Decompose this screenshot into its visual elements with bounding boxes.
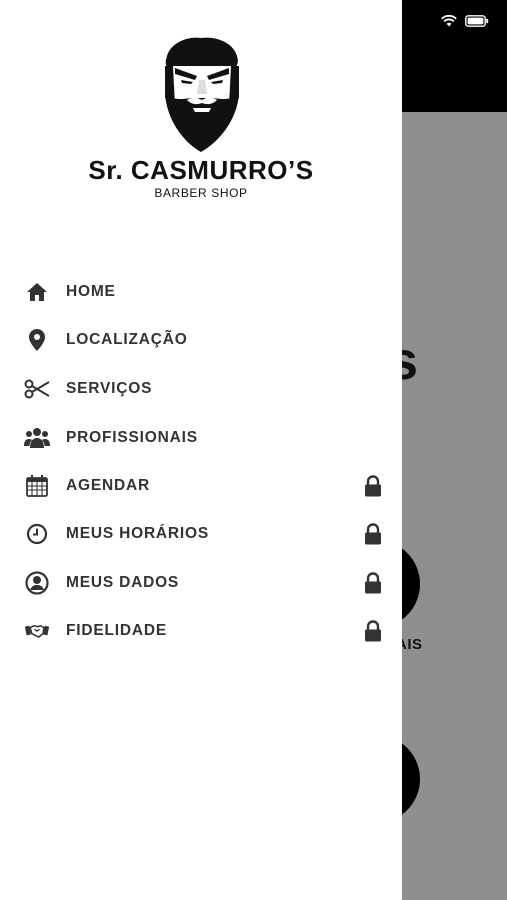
users-icon: [24, 425, 50, 451]
battery-icon: [465, 14, 489, 32]
user-circle-icon: [24, 570, 50, 596]
lock-icon: [362, 619, 384, 643]
background-screen: s AIS: [402, 0, 507, 900]
menu-item-servicos[interactable]: SERVIÇOS: [0, 365, 402, 413]
background-avatar-circle: [402, 735, 420, 823]
navigation-drawer: Sr. CASMURRO’S BARBER SHOP HOME LOCALIZA…: [0, 0, 402, 900]
menu-item-meus-horarios[interactable]: MEUS HORÁRIOS: [0, 510, 402, 558]
handshake-icon: [24, 618, 50, 644]
menu-item-label: SERVIÇOS: [66, 380, 153, 397]
brand-logo: [0, 36, 402, 159]
brand-title: Sr. CASMURRO’S: [88, 155, 314, 185]
map-pin-icon: [24, 327, 50, 353]
home-icon: [24, 279, 50, 305]
lock-icon: [362, 522, 384, 546]
brand-subtitle: BARBER SHOP: [154, 186, 248, 200]
lock-icon: [362, 571, 384, 595]
clock-icon: [24, 521, 50, 547]
menu-item-agendar[interactable]: AGENDAR: [0, 462, 402, 510]
menu-item-label: LOCALIZAÇÃO: [66, 331, 188, 348]
menu-item-label: AGENDAR: [66, 477, 150, 494]
background-label-fragment: AIS: [402, 636, 423, 653]
lock-icon: [362, 474, 384, 498]
status-bar: [441, 14, 489, 32]
menu-item-fidelidade[interactable]: FIDELIDADE: [0, 607, 402, 655]
menu-item-label: HOME: [66, 283, 116, 300]
wifi-icon: [441, 14, 457, 32]
menu-item-label: FIDELIDADE: [66, 622, 167, 639]
calendar-icon: [24, 473, 50, 499]
background-avatar-circle: [402, 540, 420, 628]
background-heading-fragment: s: [402, 331, 419, 391]
menu-item-profissionais[interactable]: PROFISSIONAIS: [0, 414, 402, 462]
menu-item-label: MEUS HORÁRIOS: [66, 525, 210, 542]
scissors-icon: [24, 376, 50, 402]
menu-item-home[interactable]: HOME: [0, 268, 402, 316]
menu-item-meus-dados[interactable]: MEUS DADOS: [0, 559, 402, 607]
menu-item-label: MEUS DADOS: [66, 574, 180, 591]
menu-item-label: PROFISSIONAIS: [66, 429, 198, 446]
menu-item-localizacao[interactable]: LOCALIZAÇÃO: [0, 316, 402, 364]
background-header: [402, 0, 507, 112]
